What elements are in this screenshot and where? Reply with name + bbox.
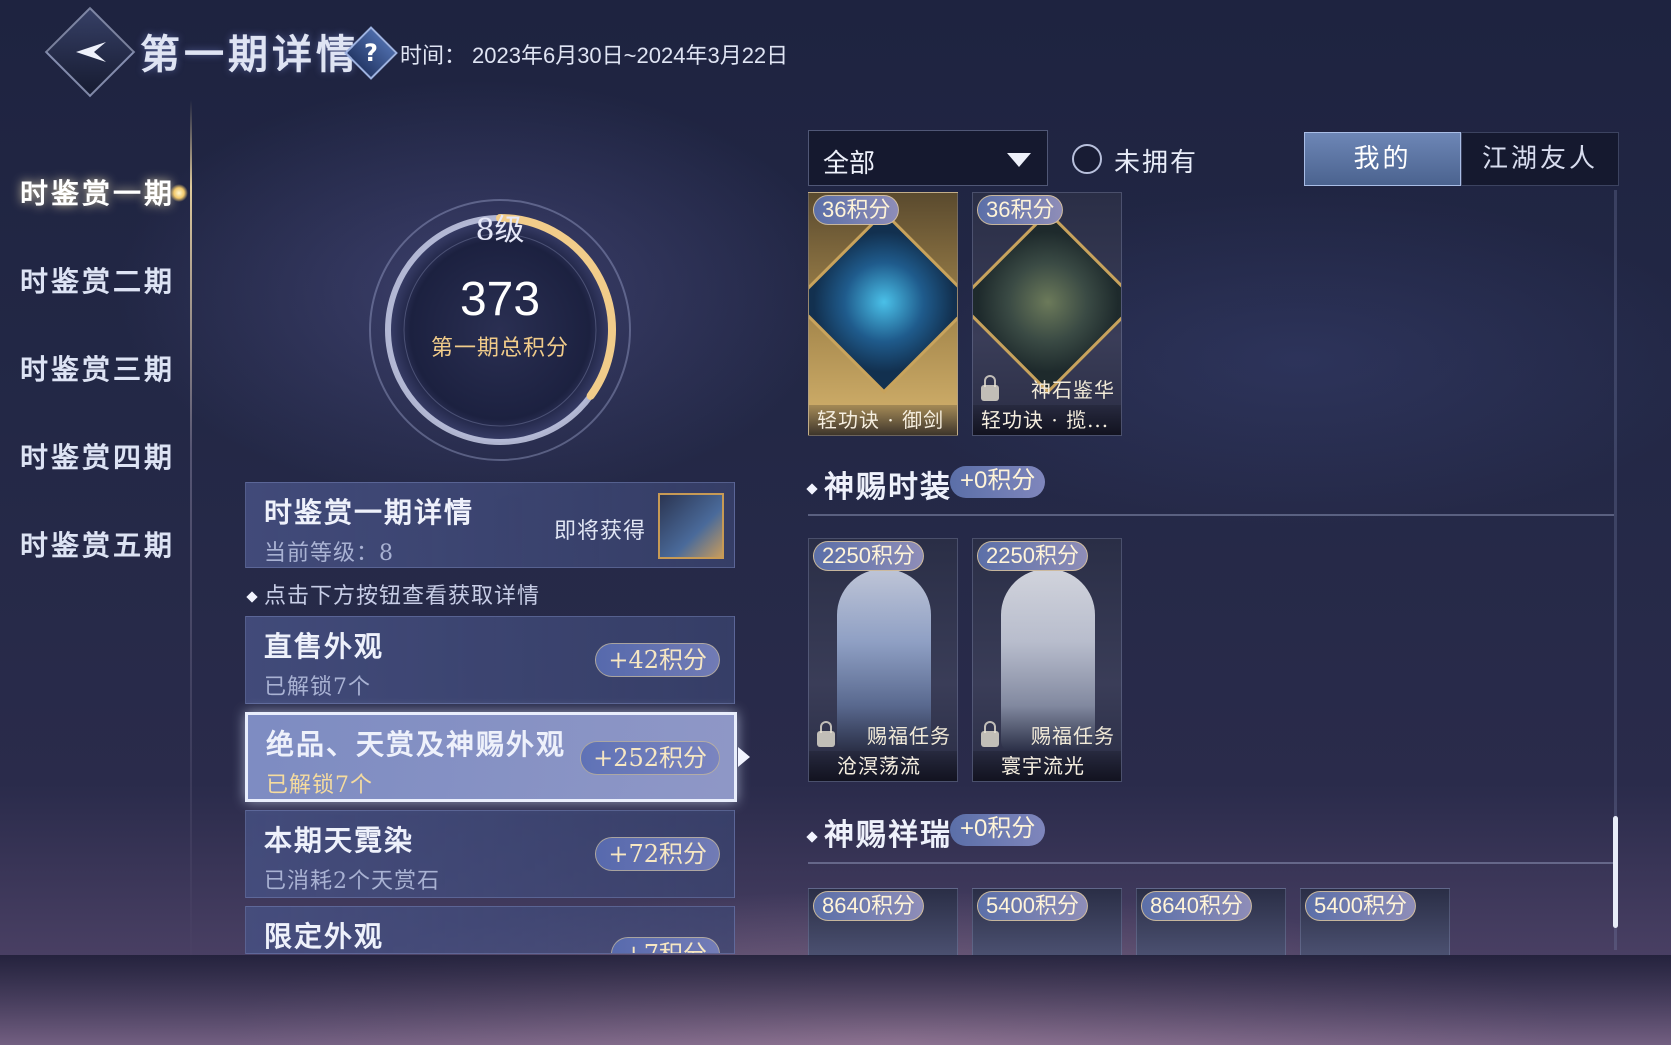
item-name: 沧溟荡流 bbox=[809, 751, 957, 781]
sidebar-divider bbox=[190, 100, 192, 970]
item-cost: 5400积分 bbox=[1305, 891, 1416, 921]
page-title: 第一期详情 bbox=[140, 31, 360, 78]
bullet-icon bbox=[806, 483, 818, 495]
section-points-rui: +0积分 bbox=[950, 814, 1046, 846]
item-card[interactable]: 2250积分 赐福任务 寰宇流光 bbox=[972, 538, 1122, 782]
item-source-tag: 神石鉴华 bbox=[1031, 378, 1115, 402]
category-sub: 已解锁7个 bbox=[264, 675, 371, 700]
category-direct-sale[interactable]: 直售外观 已解锁7个 +42积分 bbox=[245, 616, 735, 704]
sidebar-item-season-1[interactable]: 时鉴赏一期 bbox=[0, 150, 200, 238]
item-cost: 5400积分 bbox=[977, 891, 1088, 921]
reward-thumbnail[interactable] bbox=[658, 493, 724, 559]
filter-selected: 全部 bbox=[823, 149, 876, 179]
section-title-fashion: 神赐时装 bbox=[806, 462, 952, 506]
sidebar-item-label: 时鉴赏二期 bbox=[20, 265, 176, 298]
current-level: 当前等级：8 bbox=[264, 541, 394, 566]
unowned-radio[interactable] bbox=[1072, 144, 1102, 174]
item-cost: 2250积分 bbox=[813, 541, 924, 571]
item-name: 寰宇流光 bbox=[973, 751, 1121, 781]
detail-title: 时鉴赏一期详情 bbox=[264, 496, 475, 529]
item-cost: 8640积分 bbox=[1141, 891, 1252, 921]
item-card[interactable]: 5400积分 bbox=[1300, 888, 1450, 956]
category-title: 绝品、天赏及神赐外观 bbox=[266, 728, 567, 761]
category-points: +72积分 bbox=[595, 837, 720, 871]
sidebar-item-season-3[interactable]: 时鉴赏三期 bbox=[0, 326, 200, 414]
time-value: 2023年6月30日~2024年3月22日 bbox=[472, 43, 789, 68]
lock-icon bbox=[981, 721, 999, 747]
active-spark-icon bbox=[170, 184, 188, 202]
item-card[interactable]: 36积分 轻功诀 · 御剑 bbox=[808, 192, 958, 436]
item-source-tag: 赐福任务 bbox=[1031, 724, 1115, 748]
sidebar-item-season-4[interactable]: 时鉴赏四期 bbox=[0, 414, 200, 502]
category-points: +42积分 bbox=[595, 643, 720, 677]
season-sidebar: 时鉴赏一期 时鉴赏二期 时鉴赏三期 时鉴赏四期 时鉴赏五期 bbox=[0, 150, 200, 590]
tab-friends[interactable]: 江湖友人 bbox=[1461, 132, 1619, 186]
sidebar-item-label: 时鉴赏三期 bbox=[20, 353, 176, 386]
bottom-backdrop bbox=[0, 955, 1671, 1045]
hint-text: 点击下方按钮查看获取详情 bbox=[246, 578, 540, 610]
item-card[interactable]: 8640积分 bbox=[1136, 888, 1286, 956]
unowned-label[interactable]: 未拥有 bbox=[1114, 142, 1198, 179]
item-card[interactable]: 8640积分 bbox=[808, 888, 958, 956]
season-detail-card[interactable]: 时鉴赏一期详情 当前等级：8 即将获得 bbox=[245, 482, 735, 568]
sidebar-item-label: 时鉴赏五期 bbox=[20, 529, 176, 562]
selected-arrow-icon bbox=[738, 747, 750, 767]
item-card[interactable]: 5400积分 bbox=[972, 888, 1122, 956]
item-cost: 2250积分 bbox=[977, 541, 1088, 571]
item-name: 轻功诀 · 揽... bbox=[973, 405, 1121, 435]
category-dye[interactable]: 本期天霓染 已消耗2个天赏石 +72积分 bbox=[245, 810, 735, 898]
item-cost: 36积分 bbox=[813, 195, 900, 225]
category-title: 直售外观 bbox=[264, 630, 385, 663]
lock-icon bbox=[817, 721, 835, 747]
tab-mine[interactable]: 我的 bbox=[1304, 132, 1461, 186]
qinggong-emblem-icon bbox=[973, 210, 1121, 394]
sidebar-item-label: 时鉴赏一期 bbox=[20, 177, 176, 210]
category-title: 本期天霓染 bbox=[264, 824, 415, 857]
sidebar-item-season-2[interactable]: 时鉴赏二期 bbox=[0, 238, 200, 326]
lock-icon bbox=[981, 375, 999, 401]
section-divider bbox=[808, 514, 1614, 516]
category-points: +252积分 bbox=[580, 741, 720, 775]
category-title: 限定外观 bbox=[264, 920, 385, 953]
bullet-icon bbox=[806, 831, 818, 843]
item-name: 轻功诀 · 御剑 bbox=[809, 405, 957, 435]
back-button[interactable] bbox=[44, 6, 136, 98]
filter-dropdown[interactable]: 全部 bbox=[808, 130, 1048, 186]
item-card[interactable]: 2250积分 赐福任务 沧溟荡流 bbox=[808, 538, 958, 782]
qinggong-emblem-icon bbox=[809, 210, 957, 394]
category-sub: 已解锁7个 bbox=[266, 773, 373, 798]
total-score-caption: 第一期总积分 bbox=[430, 336, 569, 361]
category-premium[interactable]: 绝品、天赏及神赐外观 已解锁7个 +252积分 bbox=[245, 712, 750, 802]
category-limited[interactable]: 限定外观 +7积分 bbox=[245, 906, 735, 954]
level-label: 8级 bbox=[475, 213, 525, 248]
section-title-rui: 神赐祥瑞 bbox=[806, 810, 952, 854]
coming-soon-label: 即将获得 bbox=[554, 519, 647, 544]
sidebar-item-label: 时鉴赏四期 bbox=[20, 441, 176, 474]
sidebar-item-season-5[interactable]: 时鉴赏五期 bbox=[0, 502, 200, 590]
section-points-fashion: +0积分 bbox=[950, 466, 1046, 498]
item-cost: 36积分 bbox=[977, 195, 1064, 225]
time-label: 时间： bbox=[400, 43, 467, 68]
bullet-icon bbox=[246, 591, 258, 603]
section-divider bbox=[808, 862, 1614, 864]
item-card[interactable]: 36积分 神石鉴华 轻功诀 · 揽... bbox=[972, 192, 1122, 436]
scrollbar-thumb[interactable] bbox=[1613, 816, 1618, 928]
time-range: 时间： 2023年6月30日~2024年3月22日 bbox=[400, 38, 788, 70]
category-sub: 已消耗2个天赏石 bbox=[264, 869, 440, 894]
chevron-down-icon bbox=[1007, 153, 1031, 167]
total-score: 373 bbox=[459, 273, 541, 326]
category-points: +7积分 bbox=[610, 937, 720, 953]
item-cost: 8640积分 bbox=[813, 891, 924, 921]
item-source-tag: 赐福任务 bbox=[867, 724, 951, 748]
back-arrow-icon bbox=[76, 42, 106, 62]
